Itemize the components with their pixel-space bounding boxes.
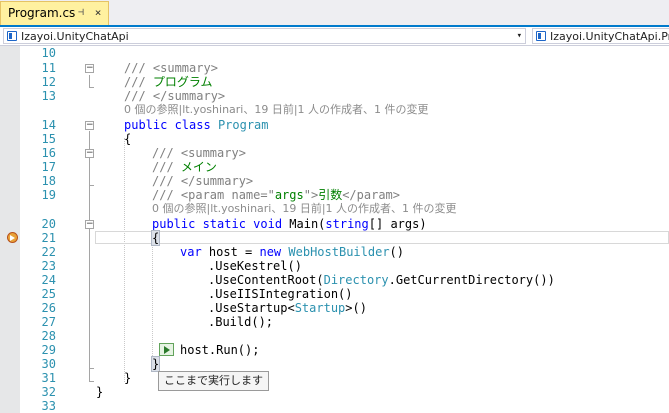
code-text: { — [124, 132, 132, 146]
code-text: } — [96, 385, 104, 399]
code-line: 20 public static void Main(string[] args… — [0, 217, 669, 231]
code-text: .Build(); — [208, 315, 274, 329]
codelens-info[interactable]: 0 個の参照|lt.yoshinari、19 日前|1 人の作成者、1 件の変更 — [124, 103, 429, 117]
code-editor[interactable]: 10 11 /// <summary> − 12 /// プログラム 13 //… — [0, 46, 669, 413]
code-line: 19 /// <param name="args">引数</param> — [0, 188, 669, 202]
tab-label: Program.cs — [8, 6, 76, 20]
codelens-row: 0 個の参照|lt.yoshinari、19 日前|1 人の作成者、1 件の変更 — [0, 103, 669, 117]
line-number: 20 — [41, 217, 56, 231]
line-number: 16 — [41, 146, 56, 160]
code-text: /// </summary> — [124, 89, 226, 103]
line-number: 23 — [41, 259, 56, 273]
code-text: /// <summary> — [124, 61, 218, 75]
code-line: 24 .UseContentRoot(Directory.GetCurrentD… — [0, 273, 669, 287]
project-dropdown[interactable]: Izayoi.UnityChatApi ▾ — [3, 28, 526, 44]
line-number: 30 — [41, 357, 56, 371]
code-text: /// </summary> — [152, 174, 254, 188]
line-number: 14 — [41, 118, 56, 132]
line-number: 17 — [41, 160, 56, 174]
document-tab-strip: Program.cs ⊣ × — [0, 0, 669, 27]
code-text: } — [124, 371, 132, 385]
code-text: /// <summary> — [152, 146, 246, 160]
line-number: 11 — [41, 61, 56, 75]
navigation-bar: Izayoi.UnityChatApi ▾ Izayoi.UnityChatAp… — [0, 27, 669, 46]
code-line: 30 } — [0, 356, 669, 372]
line-number: 22 — [41, 245, 56, 259]
code-text: public static void Main(string[] args) — [152, 217, 427, 231]
code-text: } — [150, 356, 161, 372]
line-number: 18 — [41, 174, 56, 188]
code-text: /// プログラム — [124, 75, 213, 89]
code-text: /// <param name="args">引数</param> — [152, 188, 400, 202]
line-number: 26 — [41, 301, 56, 315]
collapse-toggle[interactable]: − — [85, 64, 94, 73]
code-text: var host = new WebHostBuilder() — [180, 245, 404, 259]
code-text: { — [150, 230, 161, 246]
line-number: 33 — [41, 399, 56, 413]
line-number: 15 — [41, 132, 56, 146]
line-number: 29 — [41, 343, 56, 357]
code-line: 18 /// </summary> — [0, 174, 669, 188]
tab-program-cs[interactable]: Program.cs ⊣ × — [0, 1, 109, 25]
code-line: 10 — [0, 46, 669, 60]
code-line: 23 .UseKestrel() — [0, 259, 669, 273]
line-number: 27 — [41, 315, 56, 329]
code-line: 25 .UseIISIntegration() — [0, 287, 669, 301]
code-line: 31 } — [0, 371, 669, 385]
code-line: 11 /// <summary> — [0, 61, 669, 75]
collapse-toggle[interactable]: − — [85, 121, 94, 130]
code-line: 26 .UseStartup<Startup>() — [0, 301, 669, 315]
code-text: .UseStartup<Startup>() — [208, 301, 367, 315]
code-line: 27 .Build(); — [0, 315, 669, 329]
line-number: 31 — [41, 371, 56, 385]
code-text: public class Program — [124, 118, 269, 132]
code-line: 13 /// </summary> — [0, 89, 669, 103]
class-icon — [536, 31, 546, 41]
code-line-current: 21 { — [0, 230, 669, 246]
code-line: 29 host.Run(); — [0, 343, 669, 357]
line-number: 25 — [41, 287, 56, 301]
code-text: host.Run(); — [180, 343, 260, 357]
code-line: 32 } — [0, 385, 669, 399]
collapse-toggle[interactable]: − — [85, 220, 94, 229]
line-number: 24 — [41, 273, 56, 287]
code-line: 22 var host = new WebHostBuilder() — [0, 245, 669, 259]
code-line: 16 /// <summary> — [0, 146, 669, 160]
line-number: 12 — [41, 75, 56, 89]
scope-dropdown[interactable]: Izayoi.UnityChatApi.Pro — [532, 28, 669, 44]
line-number: 19 — [41, 188, 56, 202]
chevron-down-icon: ▾ — [516, 31, 522, 41]
close-icon[interactable]: × — [92, 6, 104, 19]
csharp-project-icon — [7, 31, 17, 41]
code-text: .UseContentRoot(Directory.GetCurrentDire… — [208, 273, 555, 287]
code-text: .UseIISIntegration() — [208, 287, 353, 301]
code-line: 33 — [0, 399, 669, 413]
code-line: 15 { — [0, 132, 669, 146]
scope-dropdown-value: Izayoi.UnityChatApi.Pro — [550, 30, 669, 43]
code-text: /// メイン — [152, 160, 217, 174]
pin-icon[interactable]: ⊣ — [75, 6, 87, 19]
matching-brace: } — [150, 356, 161, 372]
codelens-row: 0 個の参照|lt.yoshinari、19 日前|1 人の作成者、1 件の変更 — [0, 202, 669, 216]
run-to-here-tooltip: ここまで実行します — [158, 371, 269, 391]
project-dropdown-value: Izayoi.UnityChatApi — [21, 30, 129, 43]
code-line: 28 — [0, 329, 669, 343]
line-number: 28 — [41, 329, 56, 343]
line-number: 13 — [41, 89, 56, 103]
code-line: 17 /// メイン — [0, 160, 669, 174]
codelens-info[interactable]: 0 個の参照|lt.yoshinari、19 日前|1 人の作成者、1 件の変更 — [152, 202, 457, 216]
collapse-toggle[interactable]: − — [85, 149, 94, 158]
code-line: 14 public class Program — [0, 118, 669, 132]
line-number: 21 — [41, 231, 56, 245]
code-line: 12 /// プログラム — [0, 75, 669, 89]
code-text: .UseKestrel() — [208, 259, 302, 273]
matching-brace: { — [150, 230, 161, 246]
line-number: 10 — [41, 46, 56, 60]
line-number: 32 — [41, 385, 56, 399]
